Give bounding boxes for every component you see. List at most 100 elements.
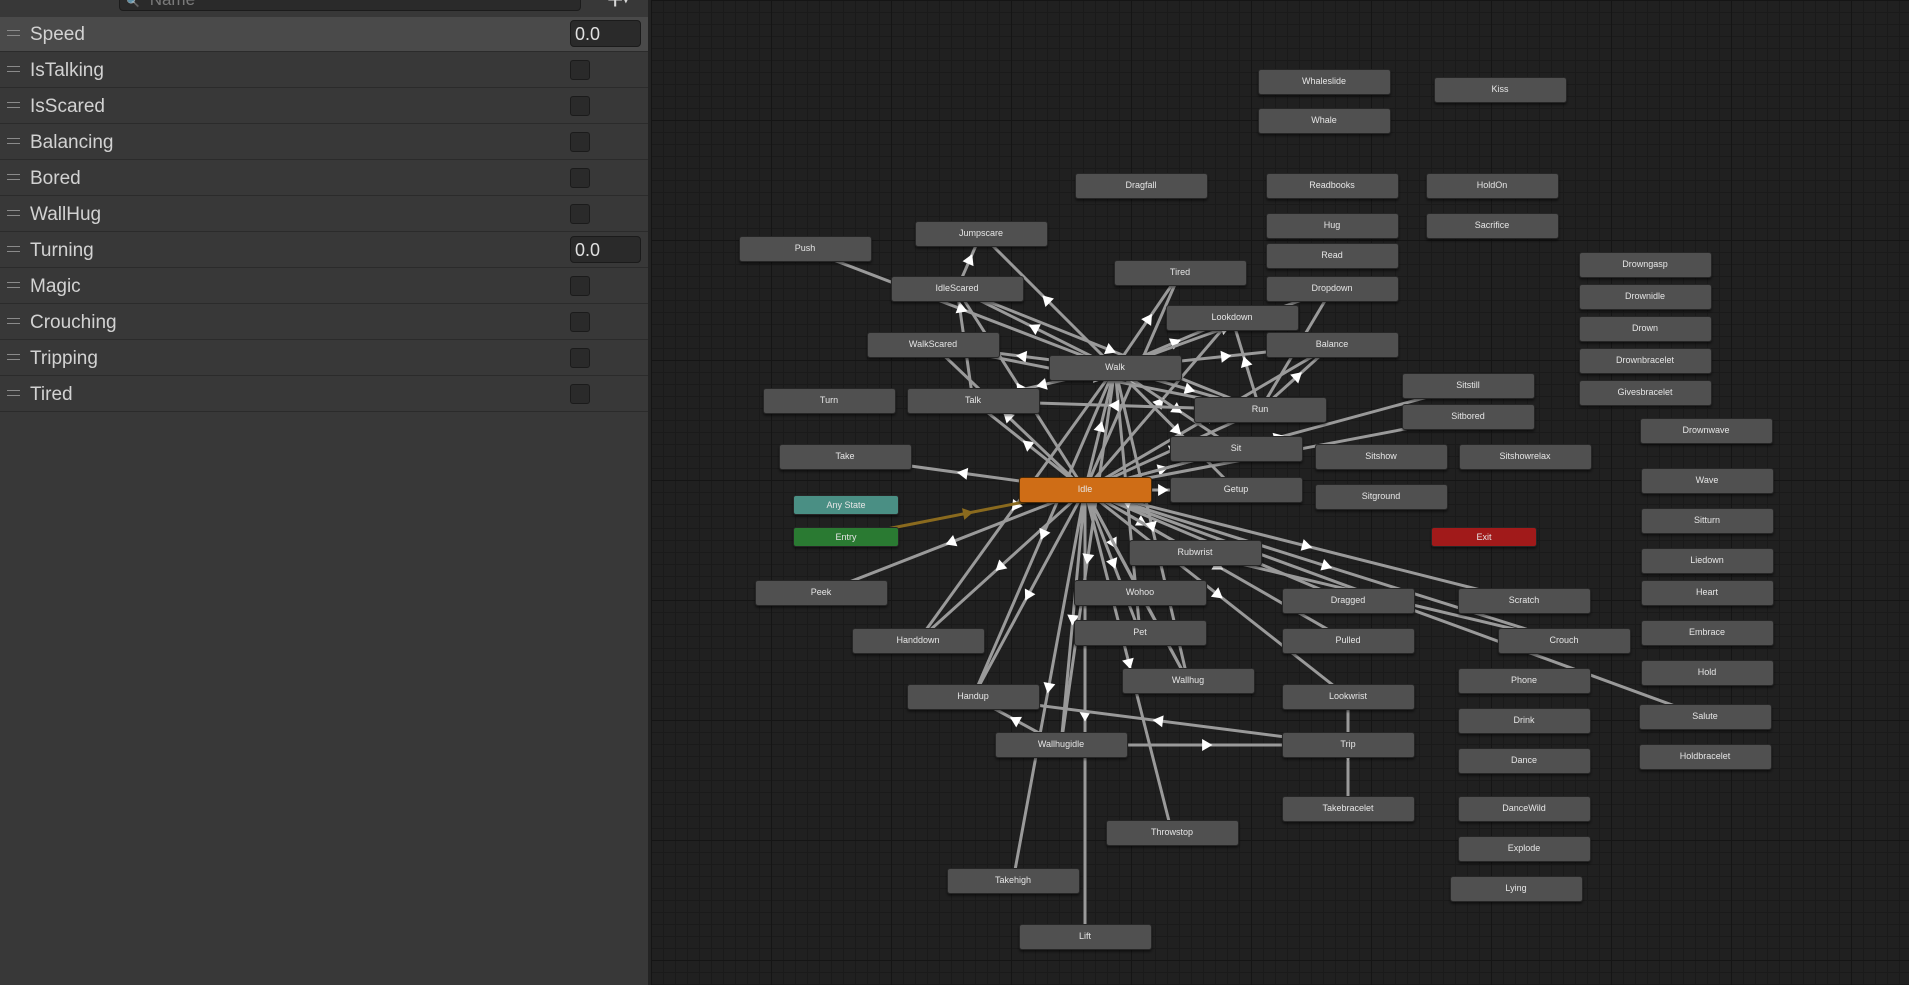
state-trip[interactable]: Trip [1281,732,1415,758]
parameter-row-speed[interactable]: Speed 0.0 [0,17,648,52]
state-liedown[interactable]: Liedown [1640,548,1774,574]
drag-handle-icon[interactable] [7,390,20,396]
parameter-checkbox[interactable] [570,348,590,368]
drag-handle-icon[interactable] [7,102,20,108]
state-handup[interactable]: Handup [906,684,1040,710]
state-run[interactable]: Run [1193,397,1327,423]
state-sitturn[interactable]: Sitturn [1640,508,1774,534]
state-idlescared[interactable]: IdleScared [890,276,1024,302]
state-whaleslide[interactable]: Whaleslide [1257,69,1391,95]
drag-handle-icon[interactable] [7,354,20,360]
parameter-row-wallhug[interactable]: WallHug [0,197,648,232]
parameter-checkbox[interactable] [570,132,590,152]
state-dropdown[interactable]: Dropdown [1265,276,1399,302]
state-kiss[interactable]: Kiss [1433,77,1567,103]
state-sitshow[interactable]: Sitshow [1314,444,1448,470]
state-embrace[interactable]: Embrace [1640,620,1774,646]
state-sacrifice[interactable]: Sacrifice [1425,213,1559,239]
parameter-row-bored[interactable]: Bored [0,161,648,196]
state-dragfall[interactable]: Dragfall [1074,173,1208,199]
drag-handle-icon[interactable] [7,246,20,252]
state-lift[interactable]: Lift [1018,924,1152,950]
state-holdon[interactable]: HoldOn [1425,173,1559,199]
state-drink[interactable]: Drink [1457,708,1591,734]
parameter-checkbox[interactable] [570,204,590,224]
state-walkscared[interactable]: WalkScared [866,332,1000,358]
drag-handle-icon[interactable] [7,318,20,324]
state-pet[interactable]: Pet [1073,620,1207,646]
drag-handle-icon[interactable] [7,30,20,36]
state-jumpscare[interactable]: Jumpscare [914,221,1048,247]
state-read[interactable]: Read [1265,243,1399,269]
parameter-float-field[interactable]: 0.0 [570,236,641,263]
parameter-checkbox[interactable] [570,168,590,188]
state-drowngasp[interactable]: Drowngasp [1578,252,1712,278]
state-heart[interactable]: Heart [1640,580,1774,606]
state-dance[interactable]: Dance [1457,748,1591,774]
state-givesbracelet[interactable]: Givesbracelet [1578,380,1712,406]
state-wave[interactable]: Wave [1640,468,1774,494]
state-entry[interactable]: Entry [793,527,899,547]
parameter-checkbox[interactable] [570,96,590,116]
state-holdbracelet[interactable]: Holdbracelet [1638,744,1772,770]
state-dragged[interactable]: Dragged [1281,588,1415,614]
parameter-row-crouching[interactable]: Crouching [0,305,648,340]
state-takebracelet[interactable]: Takebracelet [1281,796,1415,822]
animator-graph[interactable]: Whaleslide Whale Kiss Dragfall Readbooks Hold… [651,0,1909,985]
parameter-row-turning[interactable]: Turning 0.0 [0,233,648,268]
state-getup[interactable]: Getup [1169,477,1303,503]
state-wallhug[interactable]: Wallhug [1121,668,1255,694]
state-sit[interactable]: Sit [1169,436,1303,462]
parameter-float-field[interactable]: 0.0 [570,20,641,47]
search-input[interactable]: 🔍 Name [119,0,581,11]
state-readbooks[interactable]: Readbooks [1265,173,1399,199]
drag-handle-icon[interactable] [7,174,20,180]
state-talk[interactable]: Talk [906,388,1040,414]
state-drown[interactable]: Drown [1578,316,1712,342]
state-idle[interactable]: Idle [1018,477,1152,503]
state-push[interactable]: Push [738,236,872,262]
state-drownwave[interactable]: Drownwave [1639,418,1773,444]
drag-handle-icon[interactable] [7,66,20,72]
state-explode[interactable]: Explode [1457,836,1591,862]
add-parameter-button[interactable]: +▾ [607,0,628,14]
state-throwstop[interactable]: Throwstop [1105,820,1239,846]
state-wohoo[interactable]: Wohoo [1073,580,1207,606]
parameter-row-istalking[interactable]: IsTalking [0,53,648,88]
parameter-checkbox[interactable] [570,312,590,332]
state-pulled[interactable]: Pulled [1281,628,1415,654]
state-hold[interactable]: Hold [1640,660,1774,686]
state-take[interactable]: Take [778,444,912,470]
state-sitground[interactable]: Sitground [1314,484,1448,510]
parameter-row-isscared[interactable]: IsScared [0,89,648,124]
state-balance[interactable]: Balance [1265,332,1399,358]
state-walk[interactable]: Walk [1048,355,1182,381]
state-sitbored[interactable]: Sitbored [1401,404,1535,430]
state-phone[interactable]: Phone [1457,668,1591,694]
parameter-checkbox[interactable] [570,60,590,80]
drag-handle-icon[interactable] [7,138,20,144]
state-whale[interactable]: Whale [1257,108,1391,134]
state-sitstill[interactable]: Sitstill [1401,373,1535,399]
state-turn[interactable]: Turn [762,388,896,414]
drag-handle-icon[interactable] [7,282,20,288]
state-exit[interactable]: Exit [1431,527,1537,547]
parameter-row-magic[interactable]: Magic [0,269,648,304]
state-scratch[interactable]: Scratch [1457,588,1591,614]
state-hug[interactable]: Hug [1265,213,1399,239]
parameter-checkbox[interactable] [570,276,590,296]
state-lookdown[interactable]: Lookdown [1165,305,1299,331]
state-lookwrist[interactable]: Lookwrist [1281,684,1415,710]
state-peek[interactable]: Peek [754,580,888,606]
state-salute[interactable]: Salute [1638,704,1772,730]
parameter-row-balancing[interactable]: Balancing [0,125,648,160]
state-wallhugidle[interactable]: Wallhugidle [994,732,1128,758]
state-drownidle[interactable]: Drownidle [1578,284,1712,310]
state-dancewild[interactable]: DanceWild [1457,796,1591,822]
drag-handle-icon[interactable] [7,210,20,216]
parameter-row-tired[interactable]: Tired [0,377,648,412]
state-takehigh[interactable]: Takehigh [946,868,1080,894]
state-lying[interactable]: Lying [1449,876,1583,902]
state-crouch[interactable]: Crouch [1497,628,1631,654]
state-drownbracelet[interactable]: Drownbracelet [1578,348,1712,374]
